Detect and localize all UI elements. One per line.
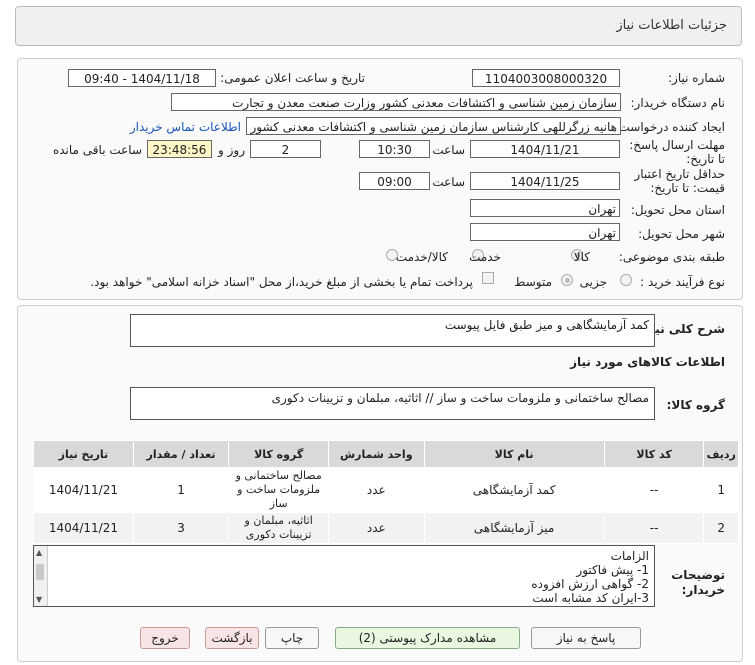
process-radio-minor[interactable] <box>620 274 632 286</box>
col-date: تاریخ نیاز <box>33 440 134 468</box>
process-option-minor: جزیی <box>579 275 607 289</box>
cell-group: مصالح ساختمانی و ملزومات ساخت و ساز <box>228 467 330 513</box>
attachments-button[interactable]: مشاهده مدارک پیوستی (2) <box>335 627 520 649</box>
col-row: ردیف <box>703 440 739 468</box>
cell-row: 1 <box>703 467 739 513</box>
cell-name: میز آزمایشگاهی <box>423 512 605 544</box>
buyer-notes-label: توضیحات خریدار: <box>671 568 725 597</box>
exit-button[interactable]: خروج <box>140 627 190 649</box>
deadline-hour-label: ساعت <box>432 143 465 157</box>
city-field: تهران <box>470 223 620 241</box>
process-label: نوع فرآیند خرید : <box>640 275 725 289</box>
scroll-down-icon[interactable]: ▼ <box>36 595 42 604</box>
table-row[interactable]: 2 -- میز آزمایشگاهی عدد اثاثیه، مبلمان و… <box>33 512 739 544</box>
category-label: طبقه بندی موضوعی: <box>618 250 725 264</box>
col-group: گروه کالا <box>228 440 330 468</box>
validity-time-field: 09:00 <box>359 172 430 190</box>
validity-date-field: 1404/11/25 <box>470 172 620 190</box>
deadline-label: مهلت ارسال پاسخ: تا تاریخ: <box>629 138 725 166</box>
process-radio-medium[interactable] <box>561 274 573 286</box>
creator-label: ایجاد کننده درخواست: <box>614 120 725 134</box>
cell-name: کمد آزمایشگاهی <box>423 467 605 513</box>
print-button[interactable]: چاپ <box>265 627 319 649</box>
goods-group-label: گروه کالا: <box>666 398 725 412</box>
table-row[interactable]: 1 -- کمد آزمایشگاهی عدد مصالح ساختمانی و… <box>33 467 739 513</box>
table-header-row: ردیف کد کالا نام کالا واحد شمارش گروه کا… <box>33 440 739 468</box>
cell-date: 1404/11/21 <box>33 467 134 513</box>
validity-hour-label: ساعت <box>432 175 465 189</box>
cell-code: -- <box>603 467 705 513</box>
deadline-date-field: 1404/11/21 <box>470 140 620 158</box>
goods-group-field[interactable]: مصالح ساختمانی و ملزومات ساخت و ساز // ا… <box>130 387 655 420</box>
days-label: روز و <box>218 143 245 157</box>
col-name: نام کالا <box>423 440 605 468</box>
buyer-org-label: نام دستگاه خریدار: <box>630 96 726 110</box>
cell-date: 1404/11/21 <box>33 512 134 544</box>
note-line: 3-ایران کد مشابه است <box>532 591 649 605</box>
scroll-up-icon[interactable]: ▲ <box>36 548 42 557</box>
page-title: جزئیات اطلاعات نیاز <box>616 18 727 33</box>
city-label: شهر محل تحویل: <box>638 227 725 241</box>
deadline-time-field: 10:30 <box>359 140 430 158</box>
cell-qty: 1 <box>132 467 230 513</box>
cell-unit: عدد <box>328 467 425 513</box>
notes-scrollbar[interactable]: ▲ ▼ <box>34 546 48 606</box>
payment-note: پرداخت تمام یا بخشی از مبلغ خرید،از محل … <box>90 275 473 289</box>
category-option-service: خدمت <box>469 250 501 264</box>
note-line: الزامات <box>610 549 649 563</box>
process-option-medium: متوسط <box>514 275 552 289</box>
col-unit: واحد شمارش <box>328 440 425 468</box>
cell-unit: عدد <box>328 512 425 544</box>
page-header: جزئیات اطلاعات نیاز <box>15 6 742 46</box>
announce-label: تاریخ و ساعت اعلان عمومی: <box>220 71 365 85</box>
scroll-thumb[interactable] <box>36 564 44 580</box>
buyer-org-field: سازمان زمین شناسی و اکتشافات معدنی کشور … <box>171 93 621 111</box>
province-label: استان محل تحویل: <box>630 203 725 217</box>
reply-button[interactable]: پاسخ به نیاز <box>531 627 641 649</box>
note-line: 2- گواهی ارزش افزوده <box>531 577 649 591</box>
goods-info-title: اطلاعات کالاهای مورد نیاز <box>570 355 725 369</box>
goods-table: ردیف کد کالا نام کالا واحد شمارش گروه کا… <box>33 440 739 544</box>
validity-label: حداقل تاریخ اعتبار قیمت: تا تاریخ: <box>634 167 725 195</box>
buyer-notes-field[interactable]: الزامات 1- پیش فاکتور 2- گواهی ارزش افزو… <box>33 545 655 607</box>
days-field: 2 <box>250 140 321 158</box>
cell-qty: 3 <box>132 512 230 544</box>
need-number-field: 1104003008000320 <box>472 69 620 87</box>
back-button[interactable]: بازگشت <box>205 627 259 649</box>
category-option-both: کالا/خدمت <box>395 250 448 264</box>
cell-code: -- <box>603 512 705 544</box>
remaining-label: ساعت باقی مانده <box>52 143 142 157</box>
col-code: کد کالا <box>603 440 705 468</box>
remaining-time-field: 23:48:56 <box>147 140 212 158</box>
cell-group: اثاثیه، مبلمان و تزیینات دکوری <box>228 512 330 544</box>
col-qty: تعداد / مقدار <box>132 440 230 468</box>
cell-row: 2 <box>703 512 739 544</box>
treasury-checkbox[interactable] <box>482 272 494 284</box>
note-line: 1- پیش فاکتور <box>576 563 649 577</box>
creator-field: هانیه زرگرللهی کارشناس سازمان زمین شناسی… <box>246 117 621 135</box>
category-option-goods: کالا <box>573 250 590 264</box>
province-field: تهران <box>470 199 620 217</box>
need-number-label: شماره نیاز: <box>668 71 725 85</box>
contact-info-link[interactable]: اطلاعات تماس خریدار <box>130 120 241 134</box>
announce-field: 1404/11/18 - 09:40 <box>68 69 216 87</box>
general-desc-field[interactable]: کمد آزمایشگاهی و میز طبق فایل پیوست <box>130 314 655 347</box>
